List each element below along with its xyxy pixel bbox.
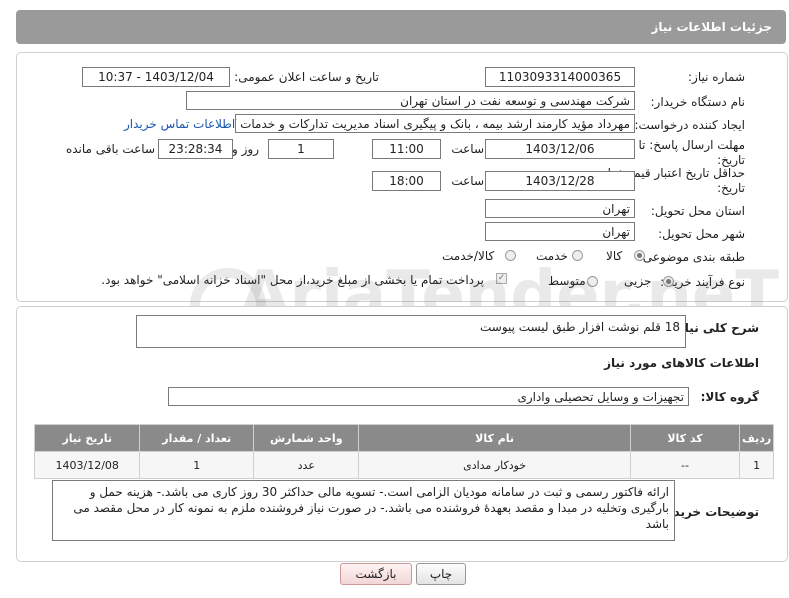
- buyer-notes-textarea[interactable]: ارائه فاکتور رسمی و ثبت در سامانه مودیان…: [52, 480, 675, 541]
- category-radio-goods-service[interactable]: [505, 250, 516, 261]
- category-option-goods: کالا: [606, 249, 623, 263]
- cell-name: خودکار مدادی: [358, 451, 631, 479]
- table-row[interactable]: 1 -- خودکار مدادی عدد 1 1403/12/08: [33, 451, 774, 479]
- treasury-payment-note: پرداخت تمام یا بخشی از مبلغ خرید،از محل …: [101, 273, 484, 287]
- days-label: روز و: [232, 142, 259, 156]
- announce-date-label: تاریخ و ساعت اعلان عمومی:: [234, 70, 379, 84]
- cell-quantity: 1: [139, 451, 255, 479]
- need-number-label: شماره نیاز:: [688, 70, 745, 84]
- page-header: جزئیات اطلاعات نیاز: [16, 10, 786, 44]
- goods-info-title: اطلاعات کالاهای مورد نیاز: [604, 356, 759, 370]
- col-code-header: کد کالا: [629, 424, 741, 452]
- deadline-date-sublabel: تاریخ:: [717, 153, 745, 167]
- page-title: جزئیات اطلاعات نیاز: [651, 20, 772, 34]
- province-field[interactable]: تهران: [485, 199, 635, 218]
- need-number-field[interactable]: 1103093314000365: [485, 67, 635, 87]
- creator-field[interactable]: مهرداد مؤید کارمند ارشد بیمه ، بانک و پی…: [235, 114, 635, 133]
- deadline-time-field[interactable]: 11:00: [372, 139, 441, 159]
- summary-textarea[interactable]: 18 قلم نوشت افزار طبق لیست پیوست: [136, 315, 686, 348]
- print-button[interactable]: چاپ: [416, 563, 466, 585]
- city-label: شهر محل تحویل:: [658, 227, 745, 241]
- cell-unit: عدد: [253, 451, 360, 479]
- city-field[interactable]: تهران: [485, 222, 635, 241]
- back-button[interactable]: بازگشت: [340, 563, 412, 585]
- process-option-medium: متوسط: [548, 274, 586, 288]
- deadline-label: مهلت ارسال پاسخ: تا: [638, 138, 745, 152]
- category-option-service: خدمت: [536, 249, 568, 263]
- goods-group-label: گروه کالا:: [700, 390, 759, 404]
- treasury-payment-checkbox[interactable]: ✓: [496, 273, 507, 284]
- goods-group-field[interactable]: تجهیزات و وسایل تحصیلی واداری: [168, 387, 689, 406]
- col-quantity-header: تعداد / مقدار: [139, 424, 255, 452]
- price-validity-time-field[interactable]: 18:00: [372, 171, 441, 191]
- goods-table: ردیف کد کالا نام کالا واحد شمارش تعداد /…: [33, 424, 774, 479]
- category-option-goods-service: کالا/خدمت: [442, 249, 495, 263]
- buyer-contact-link[interactable]: اطلاعات تماس خریدار: [124, 117, 235, 131]
- col-name-header: نام کالا: [358, 424, 631, 452]
- col-unit-header: واحد شمارش: [253, 424, 360, 452]
- process-radio-minor[interactable]: [663, 276, 674, 287]
- cell-code: --: [629, 451, 741, 479]
- process-radio-medium[interactable]: [587, 276, 598, 287]
- category-label: طبقه بندی موضوعی:: [638, 250, 745, 264]
- category-radio-service[interactable]: [572, 250, 583, 261]
- process-option-minor: جزیی: [624, 274, 652, 288]
- remaining-time-field[interactable]: 23:28:34: [158, 139, 233, 159]
- announce-date-field[interactable]: 1403/12/04 - 10:37: [82, 67, 230, 87]
- col-row-header: ردیف: [739, 424, 774, 452]
- buyer-org-field[interactable]: شرکت مهندسی و توسعه نفت در استان تهران: [186, 91, 635, 110]
- remaining-time-label: ساعت باقی مانده: [65, 142, 155, 156]
- days-remaining-field[interactable]: 1: [268, 139, 334, 159]
- price-validity-time-label: ساعت: [451, 174, 484, 188]
- province-label: استان محل تحویل:: [650, 204, 745, 218]
- price-validity-date-field[interactable]: 1403/12/28: [485, 171, 635, 191]
- deadline-date-field[interactable]: 1403/12/06: [485, 139, 635, 159]
- creator-label: ایجاد کننده درخواست:: [634, 118, 745, 132]
- cell-date: 1403/12/08: [33, 451, 141, 479]
- category-radio-goods[interactable]: [634, 250, 645, 261]
- deadline-time-label: ساعت: [451, 142, 484, 156]
- col-date-header: تاریخ نیاز: [33, 424, 141, 452]
- buyer-org-label: نام دستگاه خریدار:: [650, 95, 746, 109]
- goods-table-header: ردیف کد کالا نام کالا واحد شمارش تعداد /…: [33, 424, 774, 452]
- price-validity-date-sublabel: تاریخ:: [717, 181, 745, 195]
- cell-row: 1: [739, 451, 774, 479]
